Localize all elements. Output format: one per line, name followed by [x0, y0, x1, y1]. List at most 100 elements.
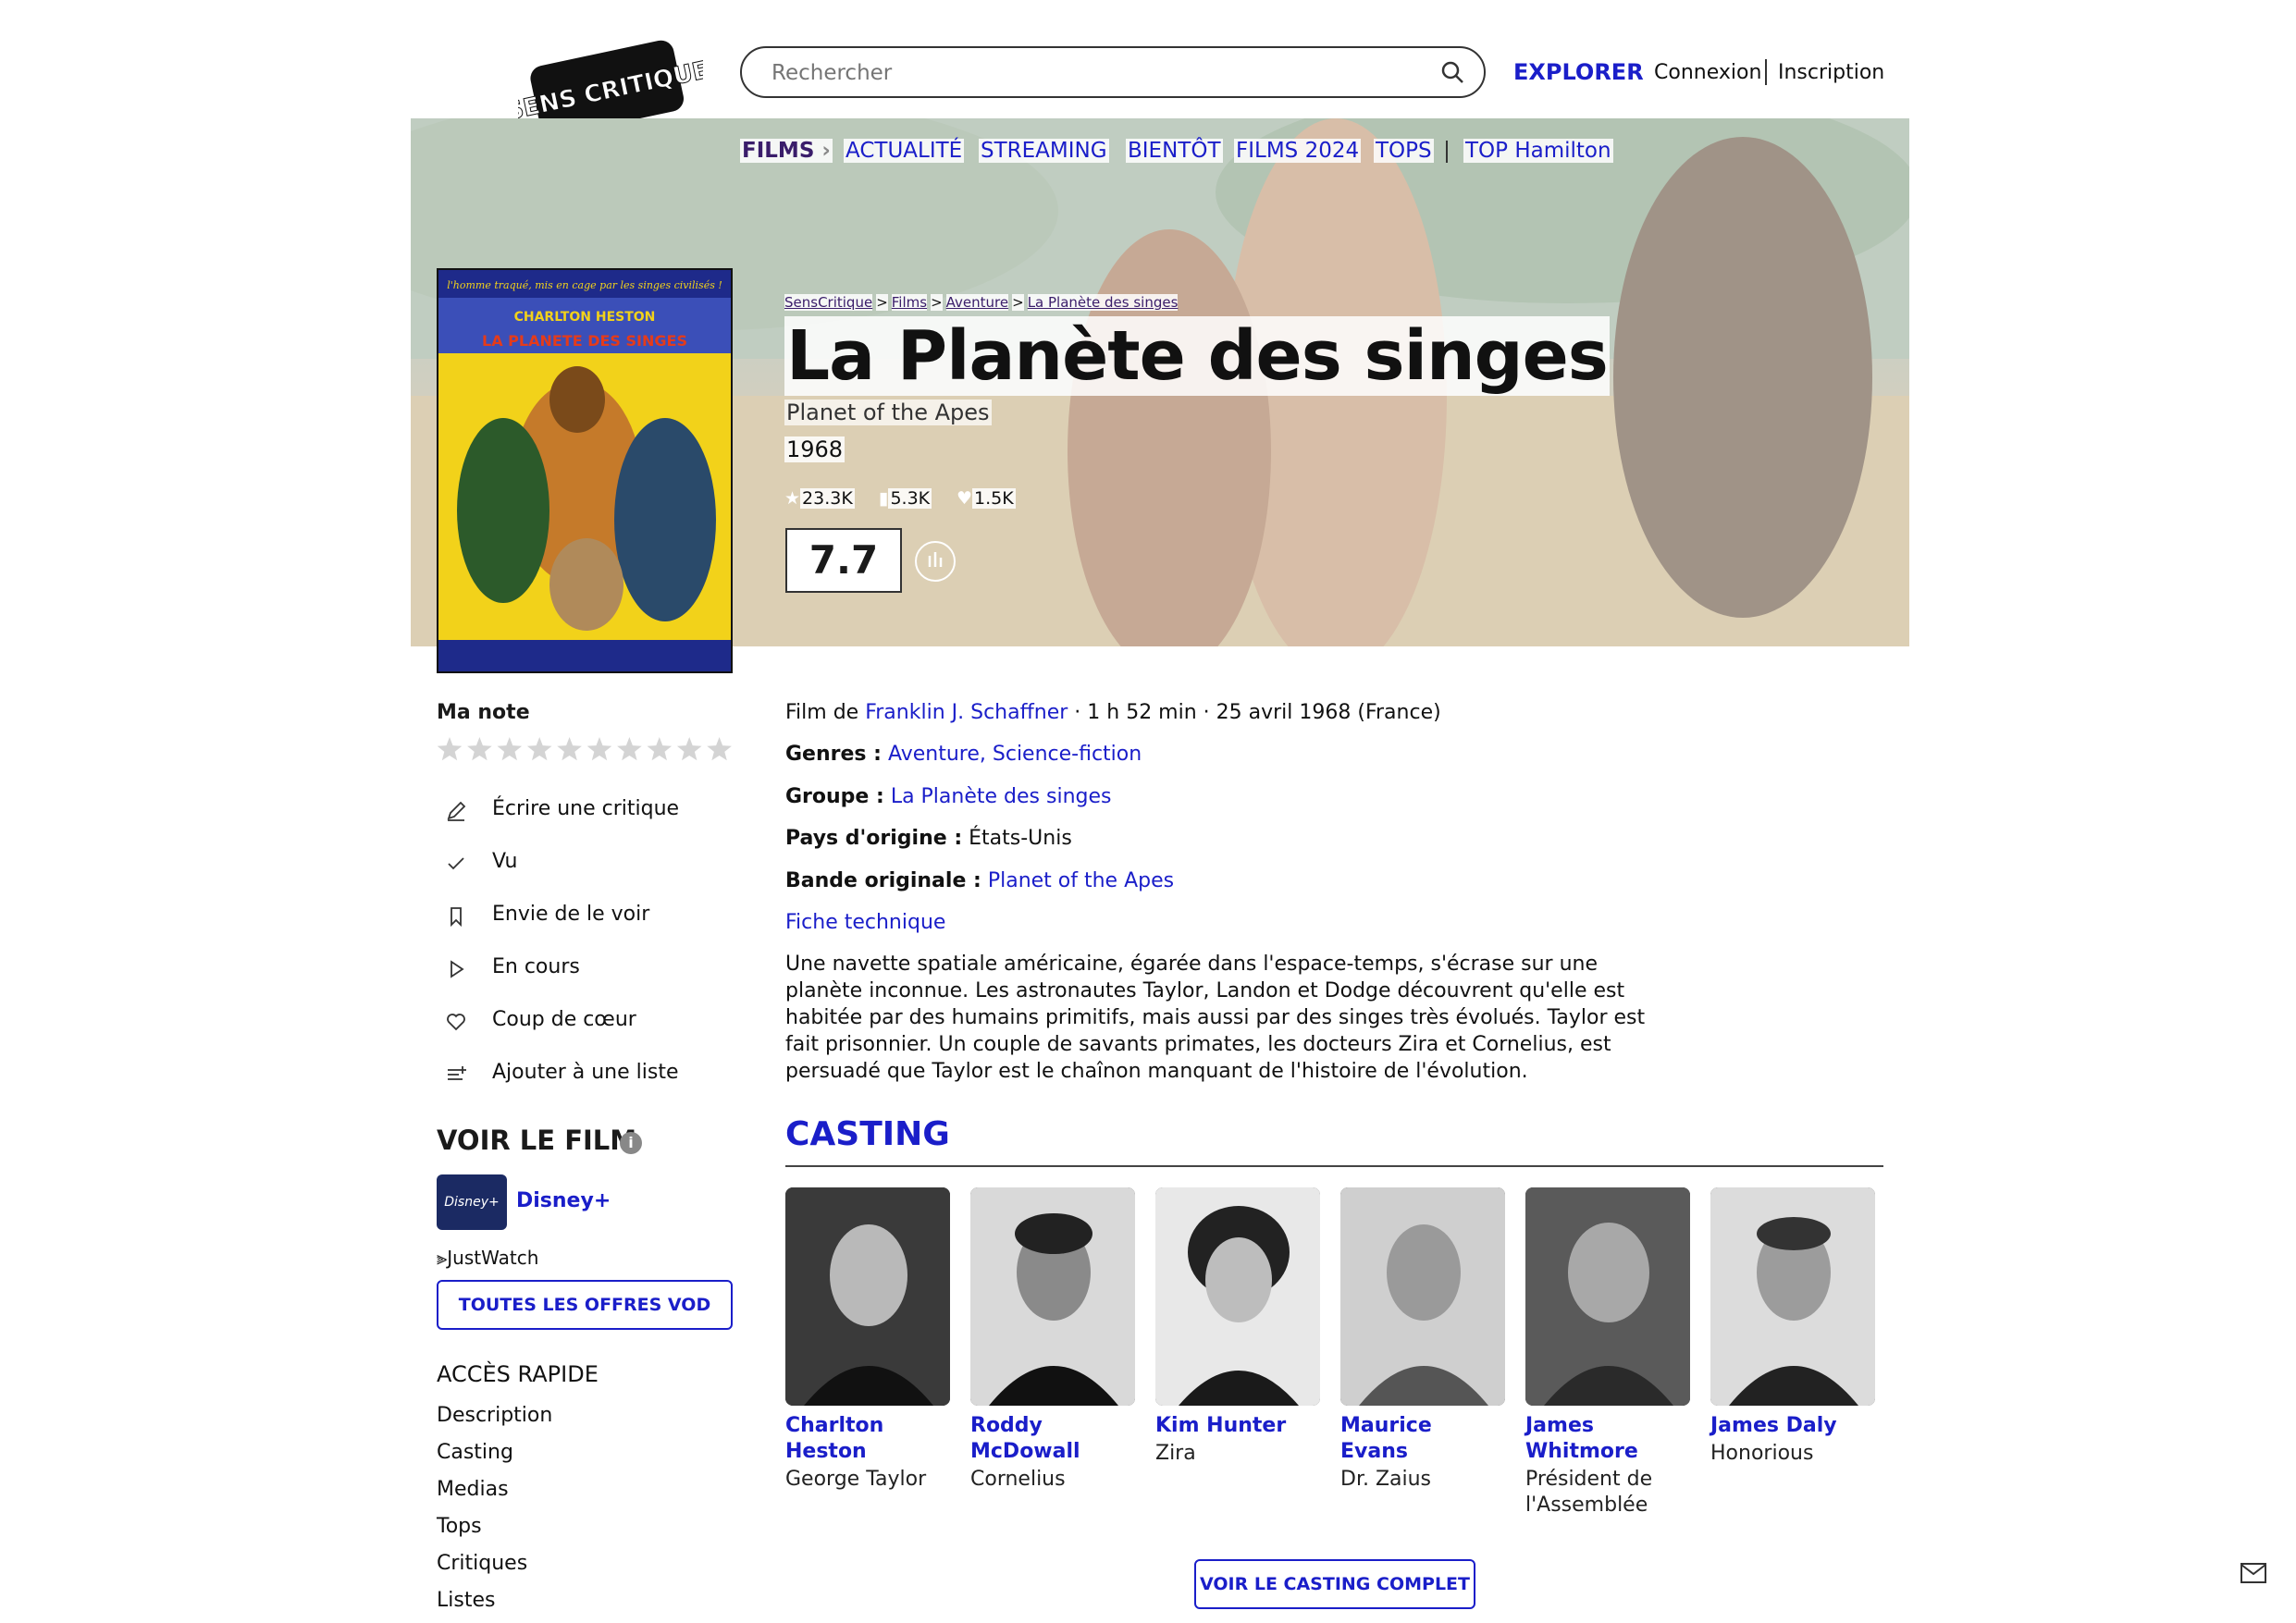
- star-icon: ★: [784, 488, 801, 509]
- disney-plus-link[interactable]: Disney+: [516, 1189, 611, 1212]
- ratings-count: ★ 23.3K: [784, 488, 855, 509]
- disney-plus-logo[interactable]: Disney+: [437, 1174, 507, 1230]
- cast-card[interactable]: Roddy McDowall Cornelius: [970, 1187, 1135, 1493]
- country-row: Pays d'origine : États-Unis: [785, 827, 1072, 850]
- rating-star-icon[interactable]: [617, 737, 642, 761]
- group-label: Groupe :: [785, 785, 884, 808]
- search-bar[interactable]: [740, 46, 1486, 98]
- quick-link-critiques[interactable]: Critiques: [437, 1552, 527, 1575]
- bookmark-icon: [451, 907, 462, 928]
- add-to-list-action[interactable]: Ajouter à une liste: [444, 1061, 722, 1088]
- technical-sheet-link[interactable]: Fiche technique: [785, 911, 945, 934]
- actor-name[interactable]: Maurice Evans: [1340, 1413, 1505, 1465]
- action-label: Écrire une critique: [492, 797, 680, 820]
- cast-card[interactable]: Charlton Heston George Taylor: [785, 1187, 950, 1493]
- full-cast-button[interactable]: VOIR LE CASTING COMPLET: [1194, 1559, 1475, 1609]
- justwatch-attribution[interactable]: ⫸JustWatch: [437, 1247, 538, 1269]
- rating-star-icon[interactable]: [647, 737, 673, 761]
- character-name: Zira: [1155, 1442, 1196, 1465]
- actor-name[interactable]: Charlton Heston: [785, 1413, 950, 1465]
- movie-poster[interactable]: l'homme traqué, mis en cage par les sing…: [437, 268, 733, 673]
- nav-films[interactable]: FILMS ›: [740, 139, 833, 163]
- write-review-action[interactable]: Écrire une critique: [444, 797, 722, 825]
- my-rating-stars[interactable]: [435, 734, 736, 769]
- pencil-icon: [447, 801, 466, 821]
- actor-photo[interactable]: [970, 1187, 1135, 1406]
- seen-action[interactable]: Vu: [444, 850, 722, 878]
- soundtrack-link[interactable]: Planet of the Apes: [988, 869, 1174, 892]
- quick-link-tops[interactable]: Tops: [437, 1515, 482, 1538]
- cast-card[interactable]: James Daly Honorious: [1710, 1187, 1875, 1467]
- actor-name[interactable]: James Daly: [1710, 1413, 1875, 1439]
- rating-star-icon[interactable]: [437, 737, 463, 761]
- actor-name[interactable]: Roddy McDowall: [970, 1413, 1135, 1465]
- quick-link-listes[interactable]: Listes: [437, 1589, 495, 1612]
- quick-link-medias[interactable]: Medias: [437, 1478, 509, 1501]
- rating-star-icon[interactable]: [586, 737, 612, 761]
- likes-count-value: 1.5K: [972, 488, 1016, 509]
- cast-card[interactable]: Maurice Evans Dr. Zaius: [1340, 1187, 1505, 1493]
- actor-photo[interactable]: [1525, 1187, 1690, 1406]
- rating-star-icon[interactable]: [557, 737, 582, 761]
- actor-name[interactable]: James Whitmore: [1525, 1413, 1690, 1465]
- heart-icon: [447, 1014, 465, 1031]
- search-input[interactable]: [770, 55, 1421, 91]
- bookmark-icon: ▮: [879, 488, 889, 509]
- actor-photo[interactable]: [1710, 1187, 1875, 1406]
- actor-photo[interactable]: [1155, 1187, 1320, 1406]
- likes-count: ♥ 1.5K: [957, 488, 1016, 509]
- info-icon[interactable]: i: [620, 1132, 642, 1154]
- character-name: Président de l'Assemblée: [1525, 1468, 1653, 1517]
- breadcrumb-aventure[interactable]: Aventure: [945, 294, 1009, 311]
- quick-link-casting[interactable]: Casting: [437, 1441, 513, 1464]
- cast-card[interactable]: Kim Hunter Zira: [1155, 1187, 1320, 1467]
- cast-card[interactable]: James Whitmore Président de l'Assemblée: [1525, 1187, 1690, 1518]
- quick-link-description[interactable]: Description: [437, 1404, 552, 1427]
- in-progress-action[interactable]: En cours: [444, 955, 722, 983]
- rating-star-icon[interactable]: [467, 737, 492, 761]
- nav-films-2024[interactable]: FILMS 2024: [1234, 139, 1362, 163]
- nav-films-label: FILMS: [742, 139, 815, 163]
- nav-actualite[interactable]: ACTUALITÉ: [844, 139, 965, 163]
- rating-star-icon[interactable]: [676, 737, 702, 761]
- nav-streaming[interactable]: STREAMING: [979, 139, 1109, 163]
- search-icon[interactable]: [1439, 59, 1465, 85]
- rating-distribution-button[interactable]: [915, 541, 956, 582]
- genres-links[interactable]: Aventure, Science-fiction: [888, 743, 1142, 766]
- wishlist-action[interactable]: Envie de le voir: [444, 903, 722, 930]
- group-link[interactable]: La Planète des singes: [891, 785, 1112, 808]
- rating-star-icon[interactable]: [707, 737, 732, 761]
- breadcrumb-films[interactable]: Films: [891, 294, 928, 311]
- all-vod-offers-button[interactable]: TOUTES LES OFFRES VOD: [437, 1280, 733, 1330]
- film-credits-line: Film de Franklin J. Schaffner · 1 h 52 m…: [785, 701, 1441, 724]
- signup-link[interactable]: Inscription: [1778, 61, 1884, 84]
- casting-title: CASTING: [785, 1115, 950, 1153]
- favorite-action[interactable]: Coup de cœur: [444, 1008, 722, 1036]
- justwatch-label: JustWatch: [447, 1247, 539, 1269]
- film-de-label: Film de: [785, 701, 859, 724]
- nav-top-hamilton[interactable]: TOP Hamilton: [1463, 139, 1613, 163]
- breadcrumb-separator: >: [931, 294, 943, 311]
- breadcrumb-senscritique[interactable]: SensCritique: [784, 294, 873, 311]
- country-label: Pays d'origine :: [785, 827, 963, 850]
- character-name: George Taylor: [785, 1468, 927, 1491]
- action-label: En cours: [492, 955, 580, 978]
- nav-bientot[interactable]: BIENTÔT: [1126, 139, 1223, 163]
- poster-title: LA PLANETE DES SINGES: [482, 332, 687, 350]
- actor-photo[interactable]: [785, 1187, 950, 1406]
- breadcrumb-current[interactable]: La Planète des singes: [1027, 294, 1179, 311]
- login-link[interactable]: Connexion: [1654, 61, 1761, 84]
- actor-name[interactable]: Kim Hunter: [1155, 1413, 1320, 1439]
- actor-photo[interactable]: [1340, 1187, 1505, 1406]
- rating-star-icon[interactable]: [526, 737, 552, 761]
- director-link[interactable]: Franklin J. Schaffner: [865, 701, 1068, 724]
- average-score: 7.7: [785, 528, 902, 593]
- my-rating-label: Ma note: [437, 701, 530, 724]
- country-value: États-Unis: [969, 827, 1072, 850]
- header-divider: [1765, 59, 1767, 85]
- explorer-link[interactable]: EXPLORER: [1513, 59, 1644, 85]
- ratings-count-value: 23.3K: [800, 488, 855, 509]
- nav-tops[interactable]: TOPS: [1374, 139, 1434, 163]
- mail-icon[interactable]: [2240, 1563, 2266, 1583]
- rating-star-icon[interactable]: [497, 737, 523, 761]
